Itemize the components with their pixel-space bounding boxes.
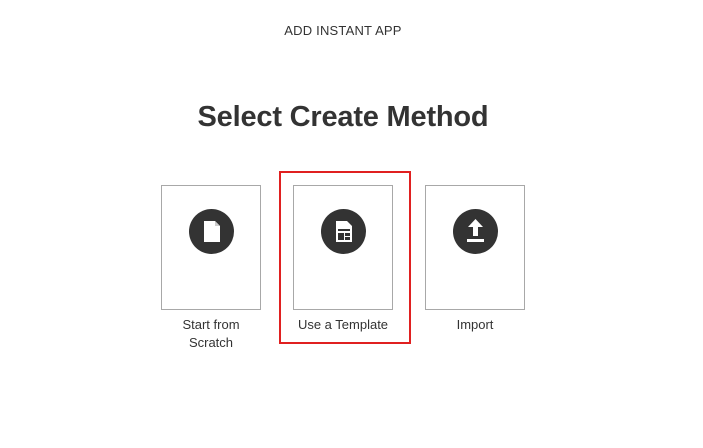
method-use-a-template[interactable]: Use a Template xyxy=(293,185,393,334)
use-a-template-label: Use a Template xyxy=(297,317,389,332)
use-a-template-card[interactable] xyxy=(293,185,393,310)
template-icon xyxy=(321,209,366,254)
start-from-scratch-card[interactable] xyxy=(161,185,261,310)
header-title: ADD INSTANT APP xyxy=(284,23,402,38)
page-title: Select Create Method xyxy=(197,101,489,133)
upload-icon xyxy=(453,209,498,254)
method-start-from-scratch[interactable]: Start from Scratch xyxy=(161,185,261,352)
document-icon xyxy=(189,209,234,254)
start-from-scratch-label: Start from Scratch xyxy=(182,317,240,350)
add-instant-app-page: ADD INSTANT APP Select Create Method Sta… xyxy=(0,0,703,448)
method-import[interactable]: Import xyxy=(425,185,525,334)
import-card[interactable] xyxy=(425,185,525,310)
import-label: Import xyxy=(456,317,494,332)
